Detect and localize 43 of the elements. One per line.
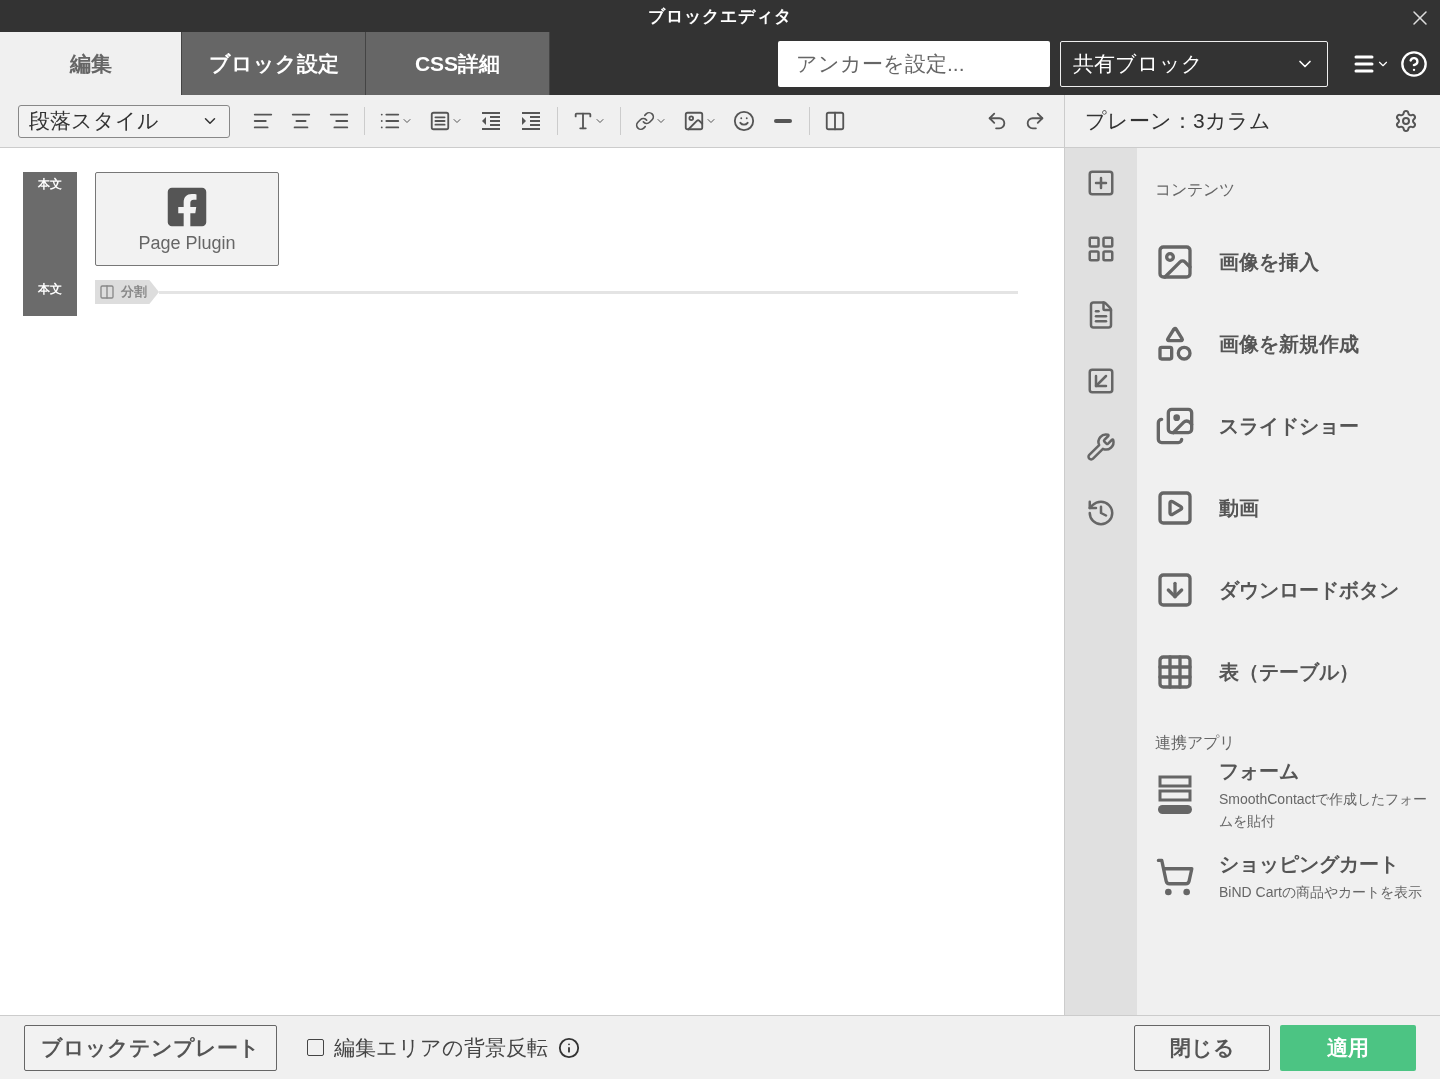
checkbox-label: 編集エリアの背景反転 <box>334 1034 548 1061</box>
item-label[interactable]: 画像を新規作成 <box>1219 330 1359 358</box>
item-label[interactable]: 動画 <box>1219 494 1259 522</box>
item-label[interactable]: ショッピングカート <box>1219 850 1429 878</box>
table-icon[interactable] <box>1155 652 1195 692</box>
cart-icon[interactable] <box>1155 857 1195 897</box>
add-icon[interactable] <box>1086 168 1116 198</box>
row-label: 本文 <box>38 176 62 193</box>
grid-icon[interactable] <box>1086 234 1116 264</box>
section-heading: コンテンツ <box>1155 180 1236 200</box>
panel-title: プレーン：3カラム <box>1085 108 1271 134</box>
item-label[interactable]: 画像を挿入 <box>1219 248 1319 276</box>
info-icon[interactable] <box>558 1036 580 1059</box>
anchor-field[interactable]: アンカーを設定... <box>778 40 1050 87</box>
download-icon[interactable] <box>1155 570 1195 610</box>
section-heading: 連携アプリ <box>1155 733 1236 753</box>
tab[interactable]: CSS詳細 <box>366 32 550 95</box>
help-button[interactable] <box>1400 49 1428 78</box>
block-dropdown[interactable]: 共有ブロック <box>1060 40 1328 87</box>
tools-icon[interactable] <box>1086 432 1116 462</box>
tab[interactable]: ブロック設定 <box>182 32 366 95</box>
history-icon[interactable] <box>1086 498 1116 528</box>
close-button[interactable]: 閉じる <box>1134 1024 1270 1071</box>
checkbox[interactable] <box>307 1039 324 1056</box>
import-icon[interactable] <box>1086 366 1116 396</box>
play-icon[interactable] <box>1155 488 1195 528</box>
paragraph-style-dropdown[interactable]: 段落スタイル <box>18 104 230 138</box>
item-label[interactable]: ダウンロードボタン <box>1219 576 1399 604</box>
item-label[interactable]: 表（テーブル） <box>1219 658 1359 686</box>
item-label[interactable]: スライドショー <box>1219 412 1359 440</box>
images-icon[interactable] <box>1155 406 1195 446</box>
item-label[interactable]: フォーム <box>1219 757 1429 785</box>
shapes-icon[interactable] <box>1155 324 1195 364</box>
item-description: SmoothContactで作成したフォームを貼付 <box>1219 789 1429 831</box>
tab[interactable]: 編集 <box>0 32 182 95</box>
image-icon[interactable] <box>1155 242 1195 282</box>
template-button[interactable]: ブロックテンプレート <box>24 1024 277 1071</box>
item-description: BiND Cartの商品やカートを表示 <box>1219 882 1423 902</box>
form-icon[interactable] <box>1158 775 1192 815</box>
window-title: ブロックエディタ <box>648 5 792 28</box>
page-plugin-block[interactable]: Page Plugin <box>95 172 279 266</box>
columns-icon <box>99 284 115 300</box>
row-label: 本文 <box>38 281 62 298</box>
